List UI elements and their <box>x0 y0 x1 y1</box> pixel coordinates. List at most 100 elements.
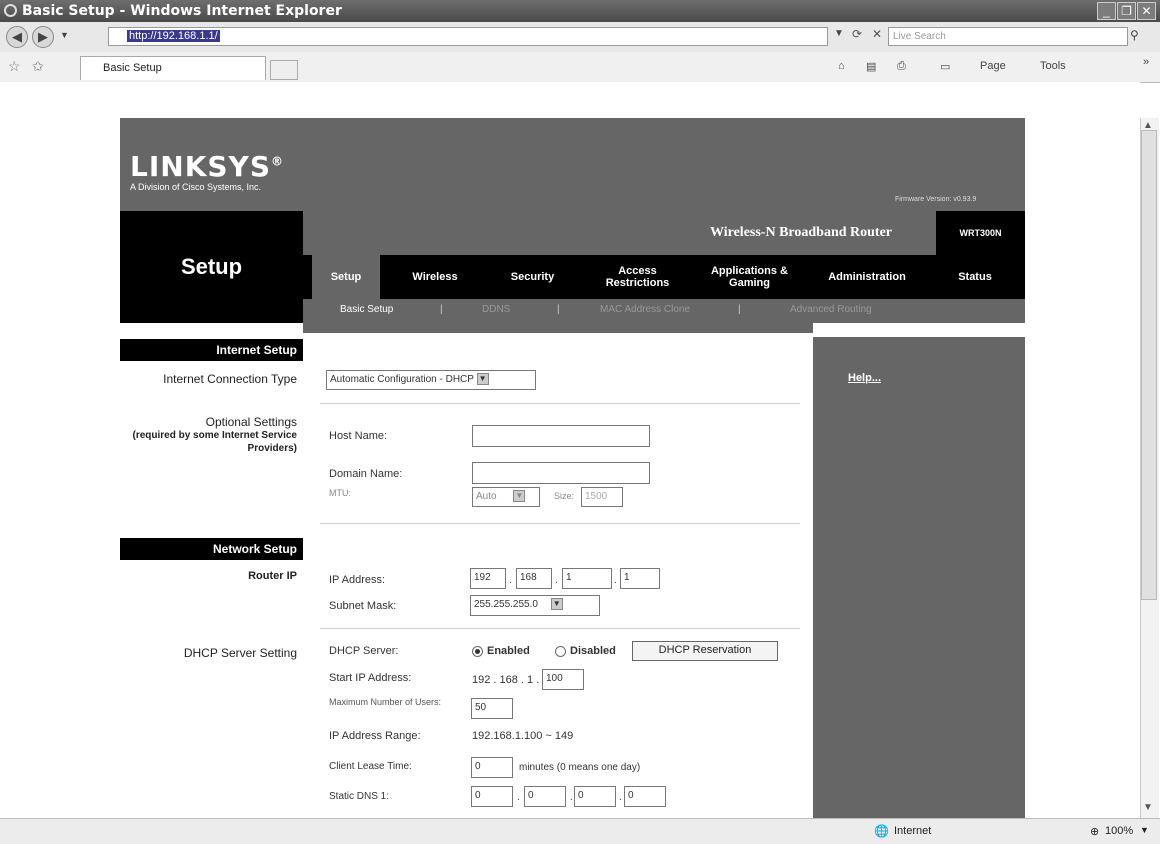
tab-basic-setup[interactable]: Basic Setup <box>80 56 266 80</box>
domain-name-label: Domain Name: <box>329 468 403 480</box>
logo-subtitle: A Division of Cisco Systems, Inc. <box>130 182 262 192</box>
product-bar <box>303 211 1025 255</box>
dhcp-enabled-radio[interactable] <box>472 646 483 657</box>
model-badge: WRT300N <box>936 211 1025 255</box>
subtab-advanced-routing[interactable]: Advanced Routing <box>790 304 872 315</box>
stop-icon[interactable]: ✕ <box>872 27 882 41</box>
zone-label: Internet <box>894 825 932 837</box>
restore-button[interactable]: ❐ <box>1117 2 1136 20</box>
chevron-down-icon: ▼ <box>513 490 526 503</box>
connection-type-select[interactable]: Automatic Configuration - DHCP ▼ <box>326 370 536 390</box>
help-panel <box>813 337 1025 818</box>
ip-address-label: IP Address: <box>329 574 386 586</box>
chevron-down-icon: ▼ <box>476 373 489 386</box>
window-title: Basic Setup - Windows Internet Explorer <box>22 3 342 19</box>
connection-type-label: Internet Connection Type <box>163 372 297 386</box>
dns1-octet-2[interactable]: 0 <box>524 786 566 807</box>
mtu-select[interactable]: Auto ▼ <box>472 487 540 507</box>
tab-status[interactable]: Status <box>940 255 1010 299</box>
dot-separator: . <box>509 575 512 586</box>
history-dropdown-icon[interactable]: ▼ <box>60 30 69 40</box>
tools-menu[interactable]: Tools <box>1040 60 1066 72</box>
ie-logo-icon <box>4 4 17 17</box>
tab-wireless[interactable]: Wireless <box>395 255 475 299</box>
search-icon[interactable]: ⚲ <box>1130 28 1139 42</box>
ip-octet-3[interactable]: 1 <box>562 568 612 589</box>
product-name: Wireless-N Broadband Router <box>710 225 893 240</box>
forward-button[interactable]: ▶ <box>32 26 54 48</box>
close-button[interactable]: ✕ <box>1137 2 1156 20</box>
dhcp-disabled-label: Disabled <box>570 645 616 657</box>
address-dropdown-icon[interactable]: ▼ <box>834 28 844 39</box>
tab-security[interactable]: Security <box>490 255 575 299</box>
home-icon[interactable]: ⌂ <box>838 60 845 72</box>
refresh-icon[interactable]: ⟳ <box>852 27 862 41</box>
zoom-icon[interactable]: ⊕ <box>1090 825 1099 838</box>
ip-octet-2[interactable]: 168 <box>516 568 552 589</box>
linksys-logo: LINKSYS® <box>130 150 284 183</box>
tab-access-restrictions[interactable]: Access Restrictions <box>590 255 685 299</box>
back-button[interactable]: ◀ <box>6 26 28 48</box>
subtab-mac-clone[interactable]: MAC Address Clone <box>600 304 690 315</box>
divider <box>320 628 800 629</box>
tab-administration[interactable]: Administration <box>812 255 922 299</box>
new-tab-button[interactable] <box>270 60 298 80</box>
subtab-basic-setup[interactable]: Basic Setup <box>340 304 393 315</box>
dhcp-server-label: DHCP Server: <box>329 645 399 657</box>
subnet-mask-select[interactable]: 255.255.255.0 ▼ <box>470 595 600 616</box>
page-menu[interactable]: Page <box>980 60 1006 72</box>
optional-settings-note: (required by some Internet Service Provi… <box>132 430 297 454</box>
dns1-octet-3[interactable]: 0 <box>574 786 616 807</box>
dot-separator: . <box>619 792 622 803</box>
dot-separator: . <box>555 575 558 586</box>
zoom-level[interactable]: 100% <box>1105 825 1133 837</box>
ip-octet-4[interactable]: 1 <box>620 568 660 589</box>
dhcp-reservation-button[interactable]: DHCP Reservation <box>632 641 778 661</box>
dns1-octet-1[interactable]: 0 <box>471 786 513 807</box>
window-titlebar: Basic Setup - Windows Internet Explorer … <box>0 0 1160 22</box>
print-icon[interactable]: ⎙ <box>897 60 906 73</box>
url-text: http://192.168.1.1/ <box>127 30 220 42</box>
scroll-down-icon[interactable]: ▼ <box>1143 802 1153 813</box>
optional-settings-label: Optional Settings <box>205 415 297 429</box>
feeds-icon[interactable]: ▤ <box>866 60 876 73</box>
dhcp-enabled-label: Enabled <box>487 645 530 657</box>
search-input[interactable]: Live Search <box>888 27 1128 46</box>
domain-name-input[interactable] <box>472 462 650 484</box>
lease-time-input[interactable]: 0 <box>471 757 513 778</box>
dot-separator: . <box>517 792 520 803</box>
tab-applications-gaming[interactable]: Applications & Gaming <box>702 255 797 299</box>
ip-octet-1[interactable]: 192 <box>470 568 506 589</box>
start-ip-prefix: 192 . 168 . 1 . <box>472 674 540 686</box>
max-users-input[interactable]: 50 <box>471 698 513 719</box>
add-favorites-icon[interactable]: ✩ <box>32 58 44 75</box>
static-dns1-label: Static DNS 1: <box>329 791 390 802</box>
page-icon[interactable]: ▭ <box>940 60 950 73</box>
divider <box>320 523 800 524</box>
scroll-up-icon[interactable]: ▲ <box>1143 120 1153 131</box>
start-ip-input[interactable]: 100 <box>542 669 584 690</box>
mtu-label: MTU: <box>329 488 351 498</box>
subtab-ddns[interactable]: DDNS <box>482 304 510 315</box>
mtu-size-input[interactable]: 1500 <box>581 487 623 507</box>
dhcp-disabled-radio[interactable] <box>555 646 566 657</box>
overflow-chevron[interactable]: » <box>1143 56 1149 68</box>
zoom-dropdown-icon[interactable]: ▼ <box>1140 825 1149 835</box>
dot-separator: . <box>614 575 617 586</box>
ip-range-label: IP Address Range: <box>329 730 421 742</box>
minimize-button[interactable]: _ <box>1097 2 1116 20</box>
host-name-input[interactable] <box>472 425 650 447</box>
dot-separator: . <box>570 792 573 803</box>
globe-icon: 🌐 <box>874 824 889 838</box>
favorites-star-icon[interactable]: ☆ <box>8 58 21 75</box>
subtab-separator: | <box>557 304 560 315</box>
address-input[interactable]: http://192.168.1.1/ <box>108 27 828 46</box>
subnet-mask-label: Subnet Mask: <box>329 600 397 612</box>
dns1-octet-4[interactable]: 0 <box>624 786 666 807</box>
tab-setup[interactable]: Setup <box>312 255 380 299</box>
host-name-label: Host Name: <box>329 430 388 442</box>
scrollbar-thumb[interactable] <box>1141 130 1157 600</box>
help-link[interactable]: Help... <box>848 372 881 384</box>
tab-bar: ☆ ✩ Basic Setup ⌂ ▤ ⎙ ▭ Page Tools » <box>0 52 1160 83</box>
section-internet-setup: Internet Setup <box>120 339 303 361</box>
